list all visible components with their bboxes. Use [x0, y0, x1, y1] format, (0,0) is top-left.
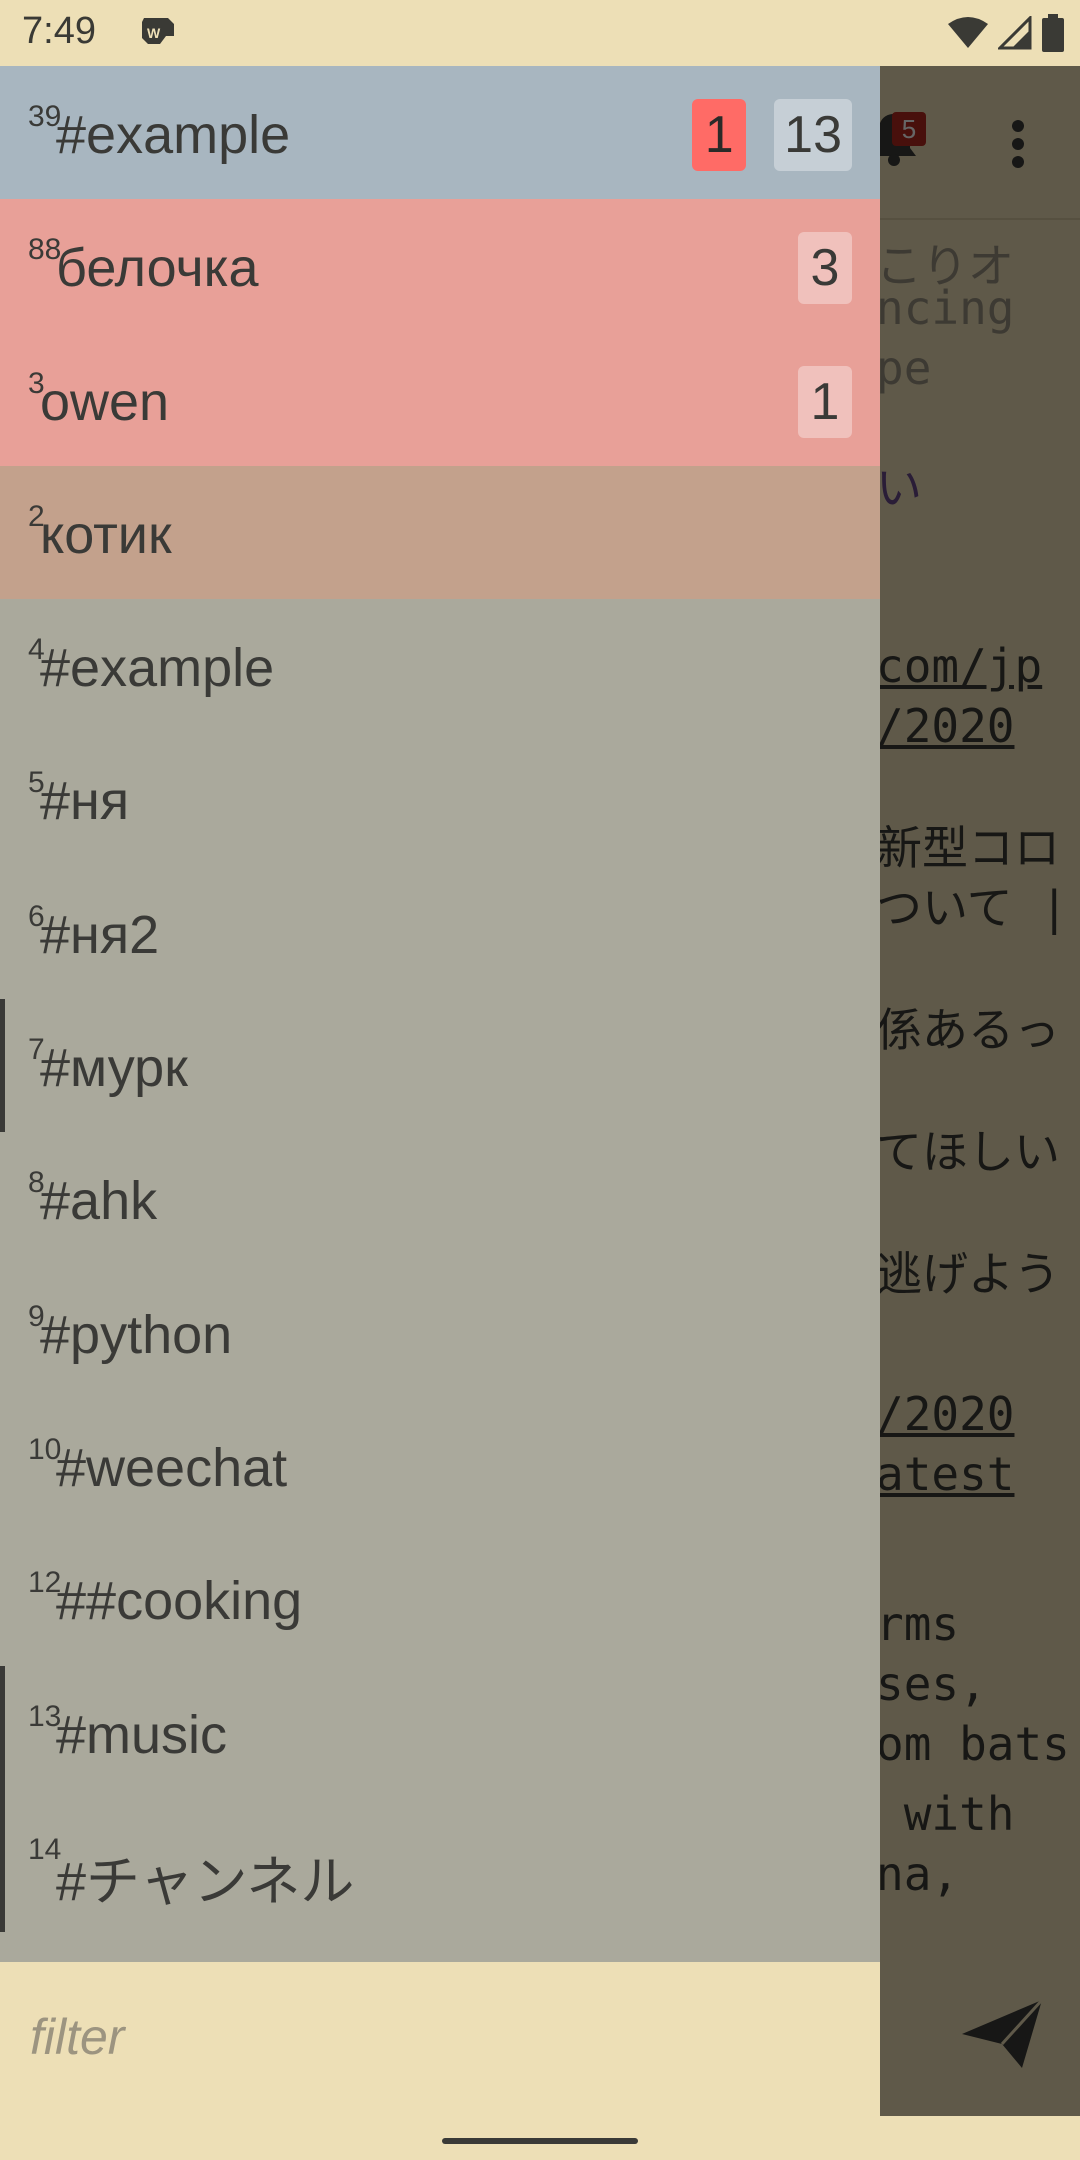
- notification-app-icon: W: [138, 14, 178, 54]
- filter-bar: [0, 1962, 880, 2116]
- buffer-drawer: 39 #example 1 13 88 белочка 3 3 owen 1 2 котик 4 #exa…: [0, 66, 880, 2116]
- unread-count-badge: 13: [774, 99, 852, 171]
- buffer-name: #example: [56, 105, 291, 165]
- navigation-bar: [0, 2116, 1080, 2160]
- system-icons: [948, 14, 1064, 56]
- buffer-name: котик: [40, 504, 172, 565]
- buffer-name: #チャンネル: [56, 1851, 355, 1912]
- home-gesture-handle[interactable]: [442, 2138, 638, 2144]
- buffer-row[interactable]: 6 #ня2: [0, 866, 880, 999]
- signal-icon: [996, 14, 1032, 54]
- battery-icon: [1042, 14, 1064, 56]
- buffer-name: #music: [56, 1704, 228, 1765]
- buffer-list: 39 #example 1 13 88 белочка 3 3 owen 1 2 котик 4 #exa…: [0, 66, 880, 1962]
- buffer-row[interactable]: 10 #weechat: [0, 1399, 880, 1532]
- buffer-row[interactable]: 8 #ahk: [0, 1132, 880, 1265]
- status-bar: 7:49 W: [0, 0, 1080, 66]
- buffer-row[interactable]: 14 #チャンネル: [0, 1798, 880, 1933]
- buffer-badges: 1: [798, 365, 852, 438]
- buffer-badges: 1 13: [692, 99, 852, 171]
- buffer-row[interactable]: 9 #python: [0, 1266, 880, 1399]
- highlight-count-badge: 1: [692, 99, 747, 171]
- buffer-row[interactable]: 13 #music: [0, 1665, 880, 1800]
- status-time: 7:49: [22, 10, 96, 52]
- buffer-name: #мурк: [40, 1038, 188, 1099]
- buffer-name: #python: [40, 1304, 233, 1365]
- buffer-name: #ahk: [40, 1171, 158, 1232]
- buffer-name: белочка: [56, 238, 259, 299]
- unread-count-badge: 3: [798, 232, 852, 305]
- buffer-name: #ня2: [40, 904, 160, 965]
- buffer-row[interactable]: 12 ##cooking: [0, 1532, 880, 1665]
- buffer-row[interactable]: 3 owen 1: [0, 332, 880, 466]
- buffer-name: owen: [40, 371, 170, 432]
- buffer-row[interactable]: 88 белочка 3: [0, 199, 880, 333]
- filter-input[interactable]: [30, 2002, 830, 2072]
- buffer-row[interactable]: 2 котик: [0, 465, 880, 600]
- buffer-name: #ня: [40, 771, 130, 832]
- buffer-name: #weechat: [56, 1437, 288, 1498]
- svg-text:W: W: [147, 25, 161, 41]
- buffer-row[interactable]: 4 #example: [0, 599, 880, 732]
- buffer-badges: 3: [798, 232, 852, 305]
- wifi-icon: [948, 16, 988, 54]
- buffer-row[interactable]: 5 #ня: [0, 732, 880, 865]
- buffer-row[interactable]: 39 #example 1 13: [0, 66, 880, 200]
- buffer-row[interactable]: 7 #мурк: [0, 999, 880, 1133]
- buffer-name: #example: [40, 638, 275, 699]
- buffer-name: ##cooking: [56, 1571, 303, 1632]
- unread-count-badge: 1: [798, 365, 852, 438]
